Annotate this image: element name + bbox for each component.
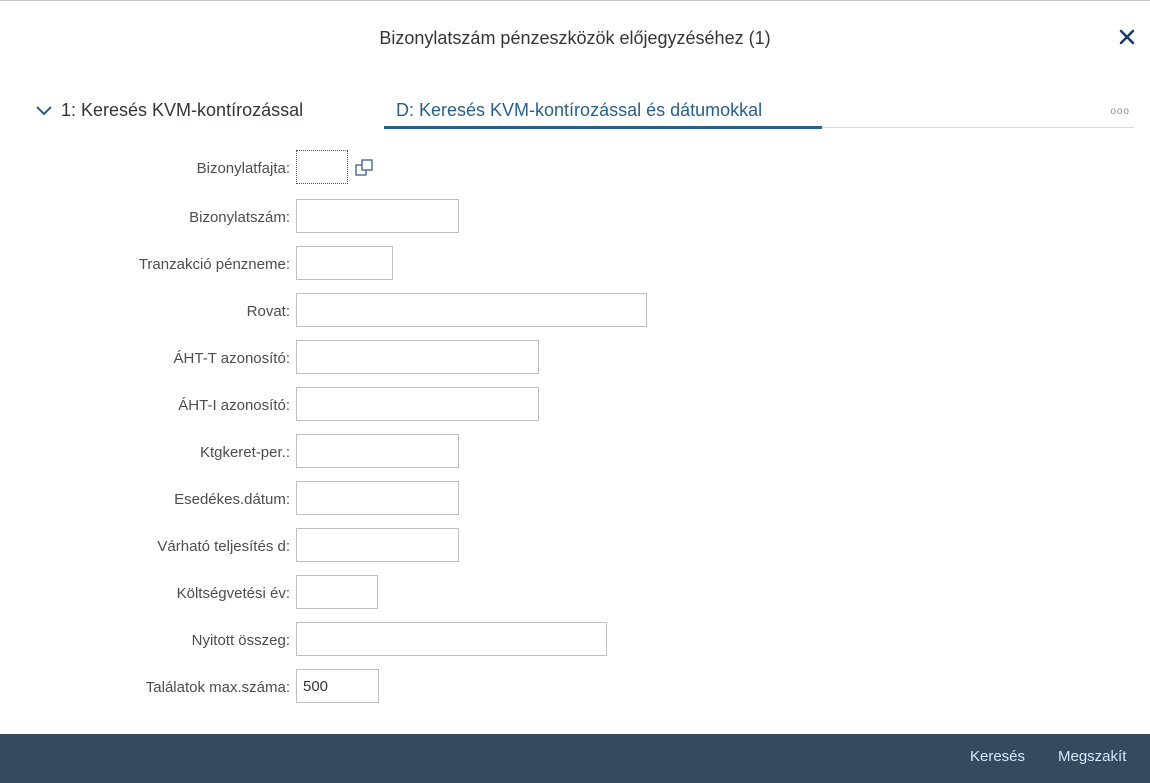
form-row-esedekes: Esedékes.dátum: bbox=[0, 481, 1150, 517]
more-options-icon[interactable]: ooo bbox=[1110, 106, 1130, 117]
cancel-button[interactable]: Megszakít bbox=[1058, 748, 1126, 765]
aht-t-azonosito-input[interactable] bbox=[296, 340, 539, 374]
value-help-icon[interactable] bbox=[352, 156, 376, 180]
search-button[interactable]: Keresés bbox=[970, 748, 1025, 765]
tab-bar: 1: Keresés KVM-kontírozással D: Keresés … bbox=[0, 88, 1150, 134]
dialog-footer: Keresés Megszakít bbox=[0, 734, 1150, 783]
rovat-input[interactable] bbox=[296, 293, 647, 327]
field-label: Esedékes.dátum: bbox=[174, 491, 290, 508]
form-row-bizonylatszam: Bizonylatszám: bbox=[0, 199, 1150, 235]
field-label: Találatok max.száma: bbox=[145, 679, 290, 696]
tranzakcio-penzneme-input[interactable] bbox=[296, 246, 393, 280]
tab-collapsed[interactable]: 1: Keresés KVM-kontírozással bbox=[35, 100, 303, 121]
form-row-aht-i: ÁHT-I azonosító: bbox=[0, 387, 1150, 423]
ktgkeret-per-input[interactable] bbox=[296, 434, 459, 468]
tab-collapsed-label[interactable]: 1: Keresés KVM-kontírozással bbox=[61, 100, 303, 121]
field-label: Ktgkeret-per.: bbox=[199, 444, 290, 461]
field-label: Bizonylatszám: bbox=[189, 209, 290, 226]
dialog-title: Bizonylatszám pénzeszközök előjegyzéséhe… bbox=[379, 28, 771, 48]
form-row-bizonylatfajta: Bizonylatfajta: bbox=[0, 150, 1150, 186]
bizonylatszam-input[interactable] bbox=[296, 199, 459, 233]
form-row-koltsegvetesi-ev: Költségvetési év: bbox=[0, 575, 1150, 611]
field-label: ÁHT-I azonosító: bbox=[178, 397, 290, 414]
field-label: Várható teljesítés d: bbox=[157, 538, 290, 555]
form-row-rovat: Rovat: bbox=[0, 293, 1150, 329]
field-label: ÁHT-T azonosító: bbox=[173, 350, 290, 367]
form-row-varhato: Várható teljesítés d: bbox=[0, 528, 1150, 564]
tab-active[interactable]: D: Keresés KVM-kontírozással és dátumokk… bbox=[396, 100, 762, 121]
field-label: Bizonylatfajta: bbox=[196, 160, 290, 177]
varhato-teljesites-input[interactable] bbox=[296, 528, 459, 562]
form-row-penznem: Tranzakció pénzneme: bbox=[0, 246, 1150, 282]
tab-active-indicator bbox=[384, 126, 822, 129]
form-row-nyitott-osszeg: Nyitott összeg: bbox=[0, 622, 1150, 658]
chevron-down-icon[interactable] bbox=[35, 104, 53, 118]
bizonylatfajta-input[interactable] bbox=[296, 150, 348, 184]
nyitott-osszeg-input[interactable] bbox=[296, 622, 607, 656]
field-label: Tranzakció pénzneme: bbox=[138, 256, 290, 273]
aht-i-azonosito-input[interactable] bbox=[296, 387, 539, 421]
close-icon[interactable] bbox=[1116, 24, 1138, 48]
esedekes-datum-input[interactable] bbox=[296, 481, 459, 515]
max-hits-input[interactable] bbox=[296, 669, 379, 703]
form-row-max-talalat: Találatok max.száma: bbox=[0, 669, 1150, 705]
field-label: Rovat: bbox=[246, 303, 290, 320]
form-row-aht-t: ÁHT-T azonosító: bbox=[0, 340, 1150, 376]
koltsegvetesi-ev-input[interactable] bbox=[296, 575, 378, 609]
field-label: Költségvetési év: bbox=[176, 585, 290, 602]
form-row-ktgkeret: Ktgkeret-per.: bbox=[0, 434, 1150, 470]
dialog-header: Bizonylatszám pénzeszközök előjegyzéséhe… bbox=[0, 0, 1150, 80]
field-label: Nyitott összeg: bbox=[191, 632, 290, 649]
